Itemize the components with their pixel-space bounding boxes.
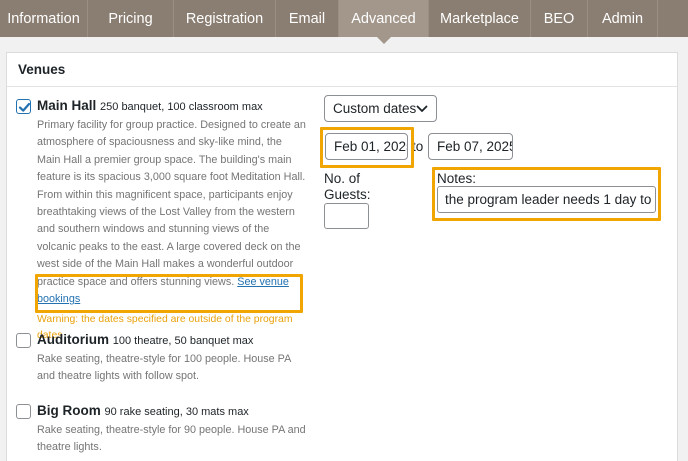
venue-name: Auditorium [37,332,109,347]
venue-checkbox-big-room[interactable] [16,404,31,419]
venue-checkbox-main-hall[interactable] [16,99,31,114]
venue-description: Rake seating, theatre-style for 100 peop… [37,353,291,383]
venue-auditorium: Auditorium 100 theatre, 50 banquet max R… [16,330,306,386]
venue-checkbox-auditorium[interactable] [16,333,31,348]
venue-description: Primary facility for group practice. Des… [37,119,306,288]
tab-bar: Information Pricing Registration Email A… [0,0,688,44]
venue-big-room: Big Room 90 rake seating, 30 mats max Ra… [16,401,306,457]
venue-capacity: 90 rake seating, 30 mats max [104,406,249,418]
guests-label: No. of Guests: [324,171,371,202]
notes-label: Notes: [437,171,477,186]
tab-marketplace[interactable]: Marketplace [429,0,531,37]
start-date-input[interactable]: Feb 01, 2025 [325,133,408,160]
chevron-down-icon [416,105,428,112]
date-mode-select[interactable]: Custom dates [324,95,437,122]
end-date-input[interactable]: Feb 07, 2025 [428,133,513,160]
checkmark-icon [18,102,31,112]
tab-admin[interactable]: Admin [588,0,658,37]
tab-information[interactable]: Information [0,0,88,37]
tab-registration[interactable]: Registration [174,0,276,37]
venue-name: Big Room [37,403,101,418]
notes-input[interactable]: the program leader needs 1 day to set up [437,186,656,213]
venue-main-hall: Main Hall 250 banquet, 100 classroom max… [16,96,306,343]
to-label: to [412,139,424,154]
tab-beo[interactable]: BEO [531,0,588,37]
date-mode-value: Custom dates [333,101,417,116]
guests-input[interactable] [324,203,369,229]
panel-title: Venues [7,53,677,87]
venue-capacity: 100 theatre, 50 banquet max [112,335,254,347]
venue-capacity: 250 banquet, 100 classroom max [100,101,263,113]
tab-pricing[interactable]: Pricing [88,0,174,37]
tab-email[interactable]: Email [276,0,339,37]
venue-name: Main Hall [37,98,97,113]
tab-advanced[interactable]: Advanced [339,0,429,44]
venue-description: Rake seating, theatre-style for 90 peopl… [37,424,306,454]
